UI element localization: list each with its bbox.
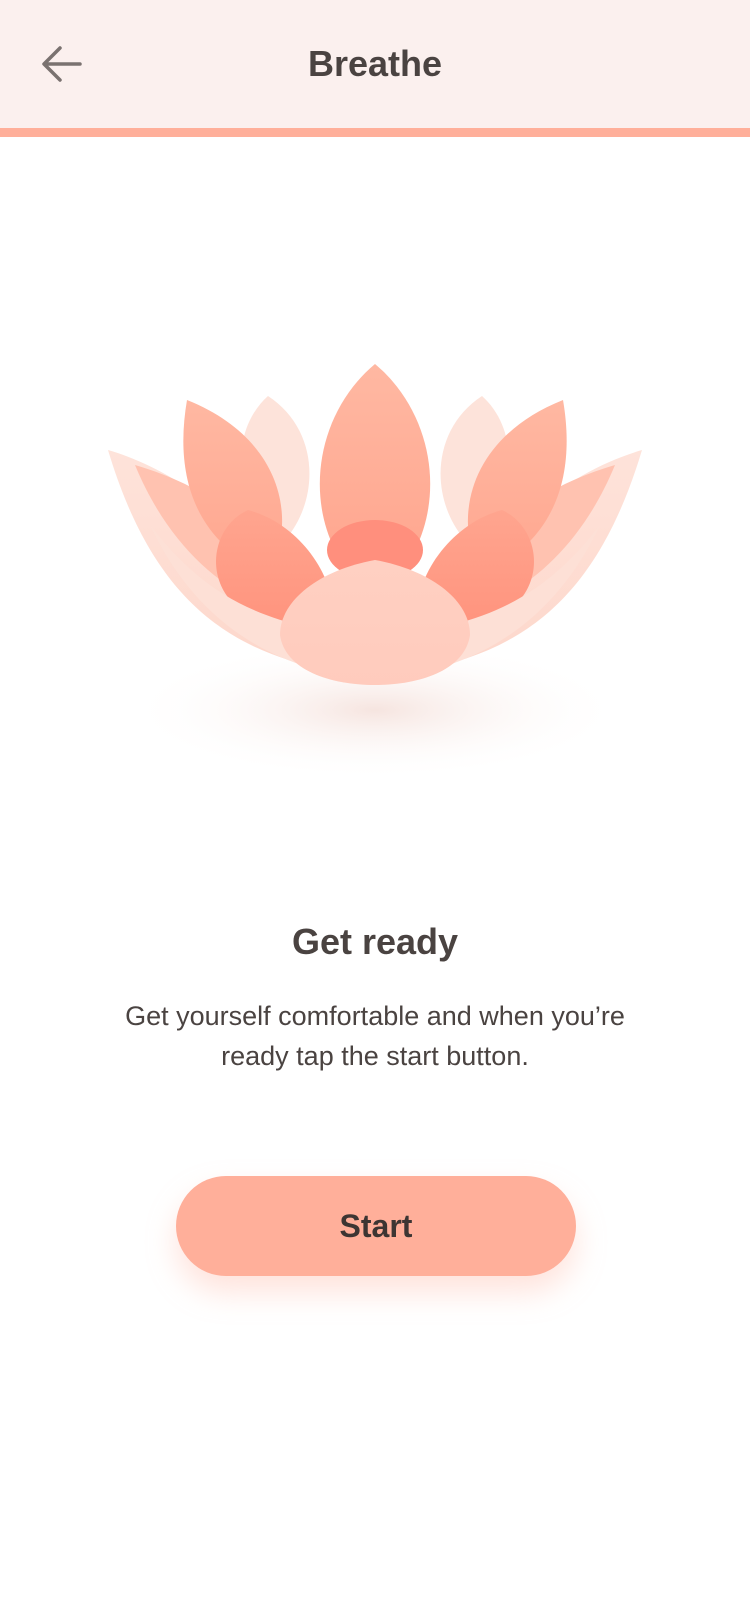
app-header: Breathe [0, 0, 750, 128]
get-ready-heading: Get ready [291, 921, 459, 962]
lotus-illustration [80, 350, 670, 810]
instructions-text: Get yourself comfortable and when you’re… [125, 1001, 625, 1071]
page-title: Breathe [307, 43, 443, 84]
lotus-flower-icon [108, 364, 642, 780]
start-button[interactable]: Start [176, 1176, 576, 1276]
breathe-screen: Breathe Get ready Get yourself comfortab… [0, 0, 750, 1624]
header-accent-bar [0, 128, 750, 137]
start-button-label: Start [339, 1207, 413, 1244]
